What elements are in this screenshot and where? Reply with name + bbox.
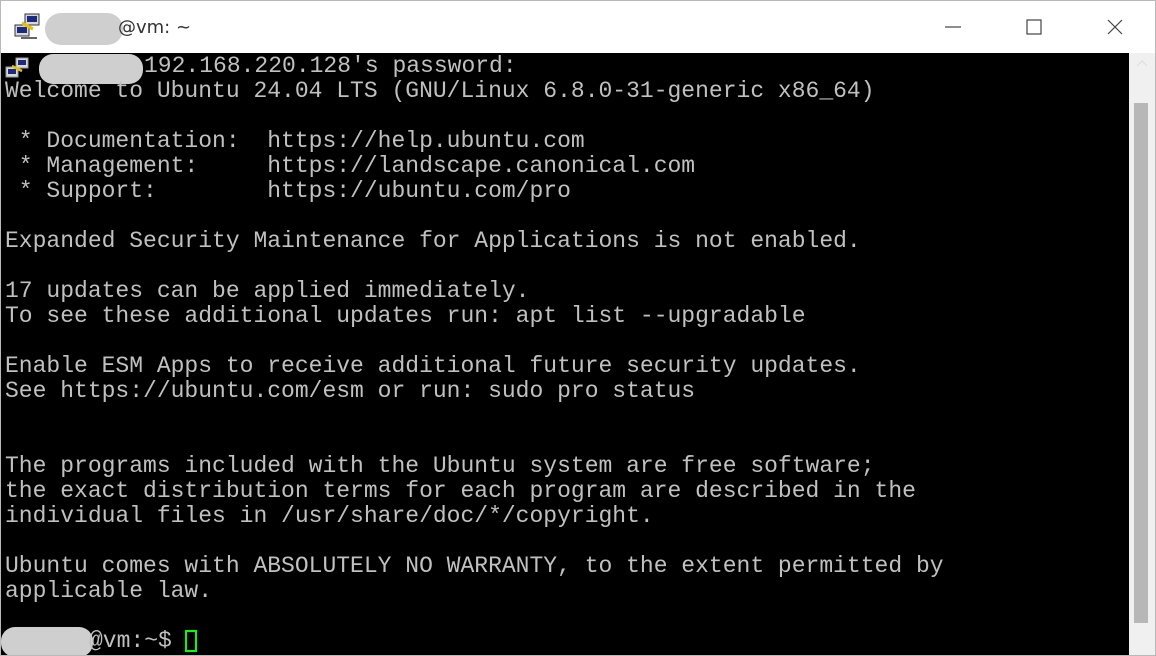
vertical-scrollbar[interactable] bbox=[1129, 53, 1155, 655]
terminal-line: To see these additional updates run: apt… bbox=[5, 303, 806, 329]
shell-prompt: @vm:~$ bbox=[89, 628, 186, 654]
title-bar[interactable]: @vm: ~ bbox=[1, 1, 1155, 53]
terminal-line: See https://ubuntu.com/esm or run: sudo … bbox=[5, 378, 696, 404]
redacted-username bbox=[45, 13, 123, 45]
terminal-line: * Documentation: https://help.ubuntu.com bbox=[5, 128, 585, 154]
terminal-line: Ubuntu comes with ABSOLUTELY NO WARRANTY… bbox=[5, 553, 944, 579]
window-title: @vm: ~ bbox=[118, 17, 192, 38]
password-prompt: 192.168.220.128's password: bbox=[144, 53, 517, 79]
putty-icon bbox=[5, 57, 29, 78]
terminal-line: Expanded Security Maintenance for Applic… bbox=[5, 228, 861, 254]
text-cursor bbox=[185, 630, 197, 652]
terminal-line: 17 updates can be applied immediately. bbox=[5, 278, 530, 304]
terminal-output[interactable]: 192.168.220.128's password: Welcome to U… bbox=[1, 53, 1129, 655]
terminal-line: applicable law. bbox=[5, 578, 213, 604]
terminal-line: individual files in /usr/share/doc/*/cop… bbox=[5, 503, 654, 529]
maximize-icon bbox=[1026, 19, 1042, 35]
terminal-line: * Support: https://ubuntu.com/pro bbox=[5, 178, 571, 204]
scroll-up-icon[interactable] bbox=[1136, 59, 1148, 67]
terminal-line: the exact distribution terms for each pr… bbox=[5, 478, 916, 504]
scrollbar-thumb[interactable] bbox=[1134, 103, 1148, 623]
minimize-icon bbox=[945, 26, 961, 28]
terminal-line: * Management: https://landscape.canonica… bbox=[5, 153, 696, 179]
close-icon bbox=[1107, 19, 1123, 35]
close-button[interactable] bbox=[1075, 1, 1155, 53]
terminal-line: Enable ESM Apps to receive additional fu… bbox=[5, 353, 861, 379]
terminal-line: Welcome to Ubuntu 24.04 LTS (GNU/Linux 6… bbox=[5, 78, 875, 104]
maximize-button[interactable] bbox=[994, 1, 1074, 53]
minimize-button[interactable] bbox=[913, 1, 993, 53]
putty-icon[interactable] bbox=[13, 11, 43, 41]
putty-window: @vm: ~ 192.168.220.128's password: Welco… bbox=[0, 0, 1156, 656]
redacted-username bbox=[1, 627, 93, 655]
terminal-line: The programs included with the Ubuntu sy… bbox=[5, 453, 875, 479]
